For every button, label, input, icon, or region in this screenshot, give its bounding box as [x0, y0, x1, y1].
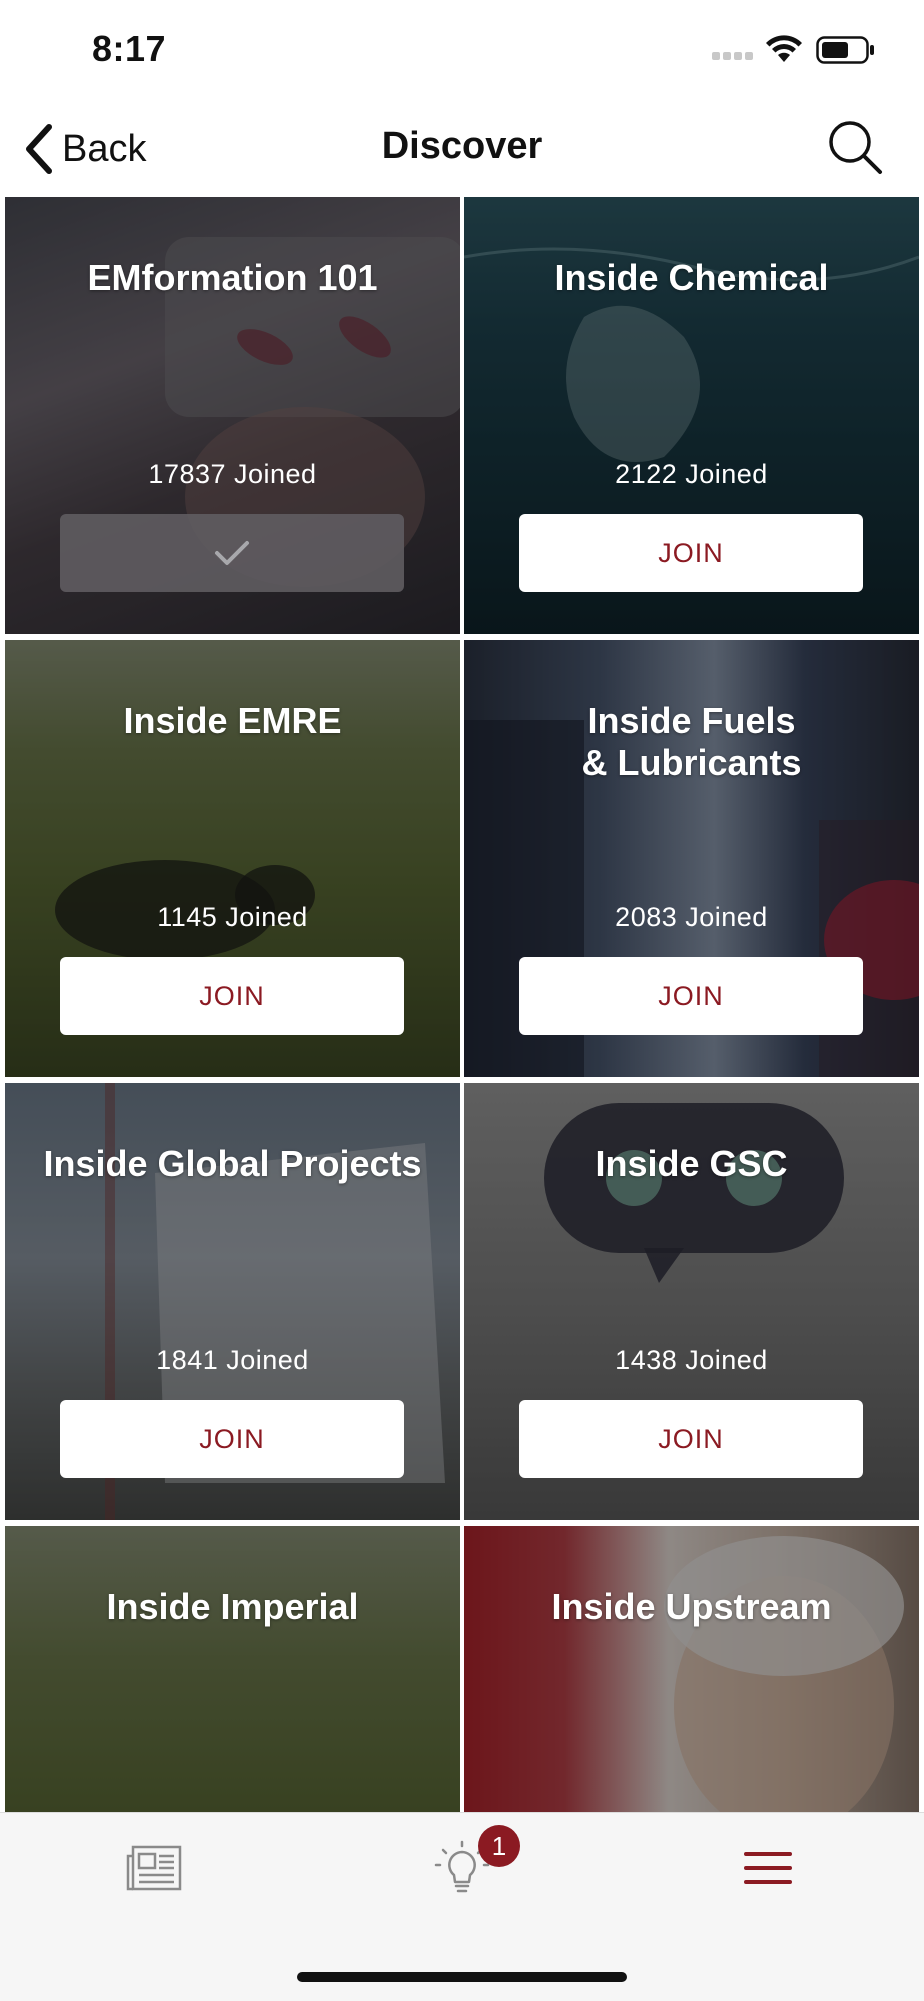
page-title: Discover — [381, 125, 543, 167]
join-button[interactable]: JOIN — [60, 1400, 404, 1478]
tab-menu[interactable] — [708, 1813, 828, 1923]
status-time: 8:17 — [92, 28, 167, 69]
card-title: Inside EMRE — [123, 700, 342, 741]
cellular-signal-icon — [712, 52, 754, 62]
newspaper-icon — [126, 1845, 182, 1891]
card-title: EMformation 101 — [87, 257, 378, 298]
channel-card-inside-emre[interactable]: Inside EMRE 1145 Joined JOIN — [5, 640, 460, 1077]
join-button[interactable]: JOIN — [519, 1400, 863, 1478]
card-joined-count: 1841 Joined — [156, 1345, 309, 1375]
menu-icon — [744, 1852, 792, 1884]
card-joined-count: 2122 Joined — [615, 459, 768, 489]
join-button[interactable]: JOIN — [519, 957, 863, 1035]
navigation-bar: Back Discover — [0, 100, 924, 196]
tab-news[interactable] — [94, 1813, 214, 1923]
channel-card-inside-imperial[interactable]: Inside Imperial — [5, 1526, 460, 1812]
card-joined-count: 1145 Joined — [157, 902, 308, 932]
battery-icon — [816, 36, 874, 64]
card-joined-count: 2083 Joined — [615, 902, 768, 932]
wifi-icon — [766, 35, 802, 62]
joined-button[interactable] — [60, 514, 404, 592]
card-joined-count: 17837 Joined — [148, 459, 317, 489]
channel-card-inside-chemical[interactable]: Inside Chemical 2122 Joined JOIN — [464, 197, 919, 634]
card-title: Inside GSC — [595, 1143, 788, 1184]
card-joined-count: 1438 Joined — [615, 1345, 768, 1375]
status-bar: 8:17 — [0, 0, 924, 100]
channel-card-inside-fuels-lubricants[interactable]: Inside Fuels & Lubricants 2083 Joined JO… — [464, 640, 919, 1077]
join-button[interactable]: JOIN — [60, 957, 404, 1035]
card-title: Inside Global Projects — [43, 1143, 422, 1184]
checkmark-icon — [215, 541, 249, 565]
channel-card-inside-global-projects[interactable]: Inside Global Projects 1841 Joined JOIN — [5, 1083, 460, 1520]
channel-card-inside-gsc[interactable]: Inside GSC 1438 Joined JOIN — [464, 1083, 919, 1520]
channel-card-emformation-101[interactable]: EMformation 101 17837 Joined — [5, 197, 460, 634]
notification-badge: 1 — [478, 1825, 520, 1867]
channel-grid: EMformation 101 17837 Joined Inside Chem… — [0, 196, 924, 1812]
card-title: Inside Imperial — [106, 1586, 359, 1627]
channel-card-inside-upstream[interactable]: Inside Upstream — [464, 1526, 919, 1812]
home-indicator — [297, 1972, 627, 1982]
search-icon[interactable] — [826, 118, 884, 176]
join-button[interactable]: JOIN — [519, 514, 863, 592]
card-title: Inside Chemical — [554, 257, 829, 298]
card-title: Inside Upstream — [551, 1586, 832, 1627]
card-title: Inside Fuels & Lubricants — [581, 700, 802, 783]
